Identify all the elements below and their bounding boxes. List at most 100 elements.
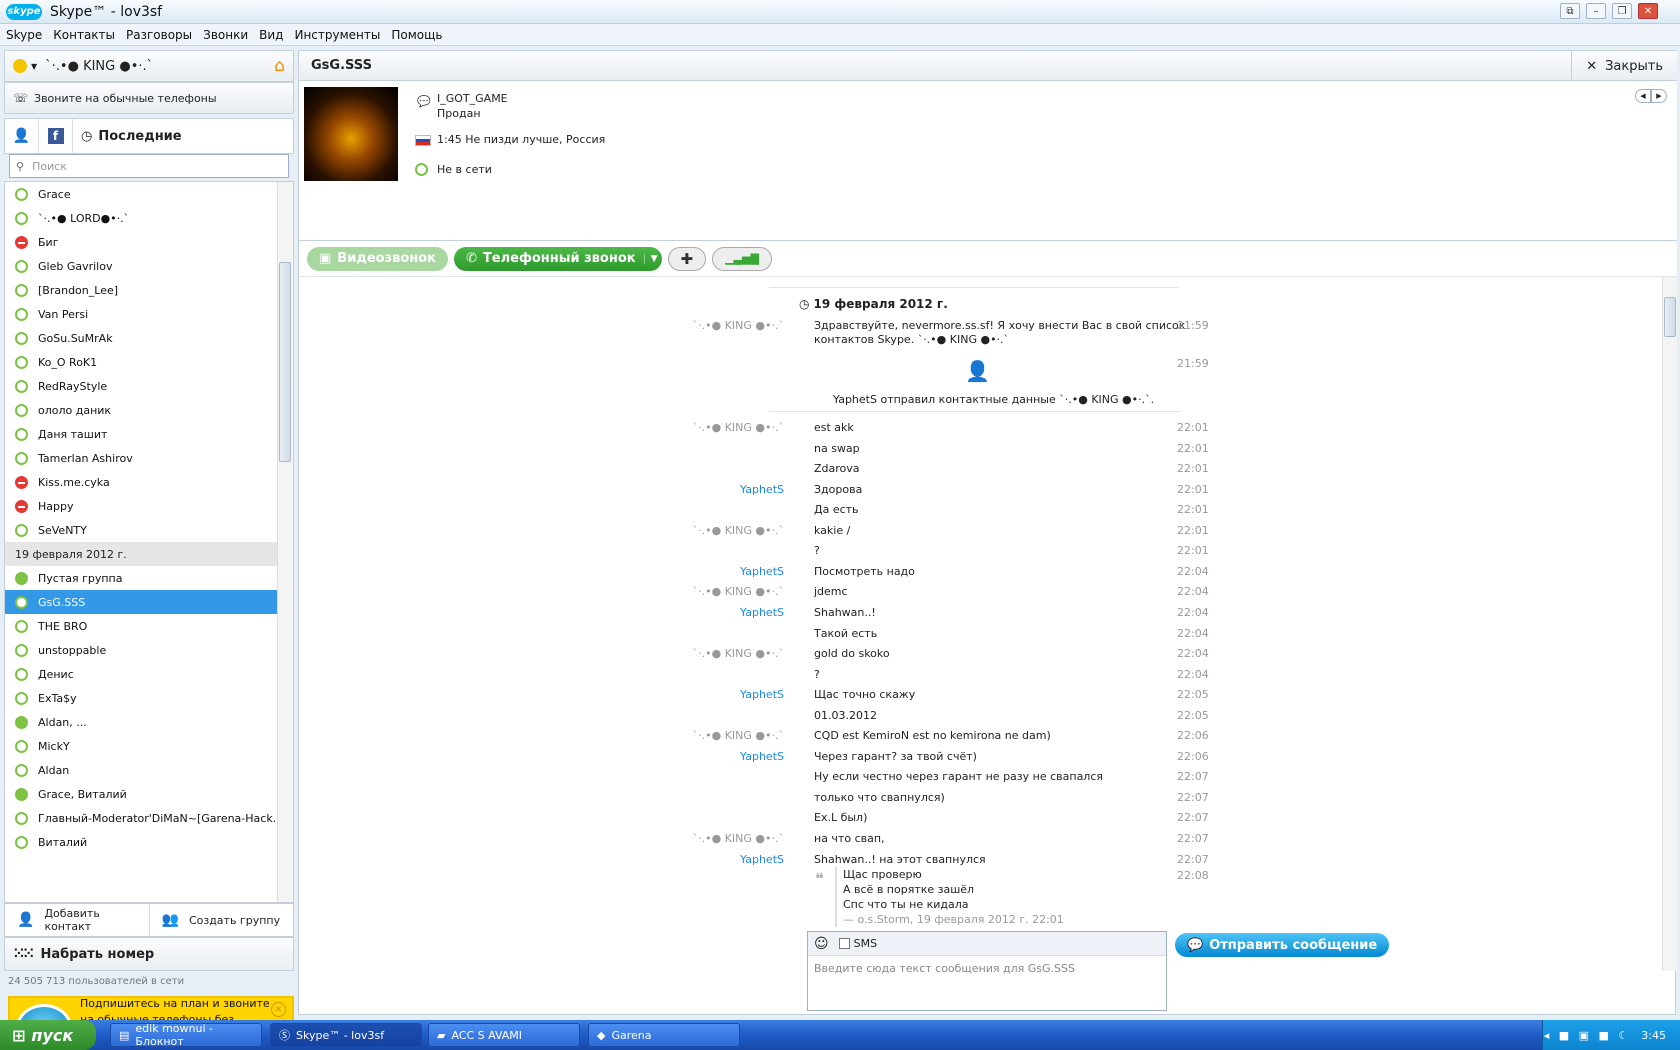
contact-item[interactable]: Aldan, ... <box>5 710 277 734</box>
minimize-button[interactable]: – <box>1586 3 1606 19</box>
message-row[interactable]: контактов Skype. `·.•● KING ●•·.` <box>299 333 1664 355</box>
menu-view[interactable]: Вид <box>259 28 283 42</box>
chevron-down-icon[interactable]: ▼ <box>31 62 37 71</box>
home-icon[interactable]: ⌂ <box>274 56 285 76</box>
message-row[interactable]: YaphetS Здорова 22:01 <box>299 483 1664 505</box>
contact-item[interactable]: ололо даник <box>5 398 277 422</box>
message-sender[interactable]: YaphetS <box>584 688 784 701</box>
contact-item[interactable]: ExTa$y <box>5 686 277 710</box>
message-scrollbar[interactable] <box>1662 277 1677 971</box>
menu-contacts[interactable]: Контакты <box>53 28 115 42</box>
contact-list-scroll-thumb[interactable] <box>279 262 291 462</box>
message-row[interactable]: `·.•● KING ●•·.` gold do skoko 22:04 <box>299 647 1664 669</box>
message-sender[interactable]: YaphetS <box>584 483 784 496</box>
contact-item[interactable]: Aldan <box>5 758 277 782</box>
contact-item[interactable]: Grace, Виталий <box>5 782 277 806</box>
message-row[interactable]: YaphetS Через гарант? за твой счёт) 22:06 <box>299 750 1664 772</box>
search-input[interactable]: ⚲ Поиск <box>9 154 289 178</box>
message-row[interactable]: YaphetS Shahwan..! 22:04 <box>299 606 1664 628</box>
maximize-button[interactable]: ❐ <box>1612 3 1632 19</box>
message-row[interactable]: Ex.L был) 22:07 <box>299 811 1664 833</box>
contact-avatar[interactable] <box>304 87 398 181</box>
taskbar-item-folder[interactable]: ▰ ACC S AVAMI <box>428 1023 580 1047</box>
message-sender[interactable]: YaphetS <box>584 606 784 619</box>
dial-number-button[interactable]: ⁙⁙ Набрать номер <box>4 937 294 971</box>
message-sender[interactable]: `·.•● KING ●•·.` <box>584 524 784 537</box>
message-sender[interactable]: `·.•● KING ●•·.` <box>584 729 784 742</box>
call-quality-button[interactable]: ▁▃▅▇ <box>712 246 772 271</box>
add-button[interactable]: ✚ <box>667 246 707 271</box>
message-sender[interactable]: YaphetS <box>584 565 784 578</box>
compact-view-button[interactable]: ⧉ <box>1560 3 1580 19</box>
contact-item[interactable]: GsG.SSS <box>5 590 277 614</box>
contact-item[interactable]: THE BRO <box>5 614 277 638</box>
next-arrow-icon[interactable]: ▶ <box>1651 89 1667 103</box>
taskbar-item-garena[interactable]: ◆ Garena <box>588 1023 740 1047</box>
message-row[interactable]: YaphetS Щас точно скажу 22:05 <box>299 688 1664 710</box>
close-window-button[interactable]: ✕ <box>1638 3 1658 19</box>
contact-item[interactable]: SeVeNTY <box>5 518 277 542</box>
create-group-button[interactable]: 👥 Создать группу <box>150 904 294 936</box>
add-contact-button[interactable]: 👤 Добавить контакт <box>5 904 150 936</box>
message-row[interactable]: Да есть 22:01 <box>299 503 1664 525</box>
phone-call-button[interactable]: ✆ Телефонный звонок ▼ <box>454 246 662 271</box>
close-promo-icon[interactable]: ✕ <box>271 1002 286 1017</box>
contact-item[interactable]: Tamerlan Ashirov <box>5 446 277 470</box>
menu-calls[interactable]: Звонки <box>203 28 248 42</box>
quoted-block[interactable]: Щас проверю А всё в порятке зашёл Спс чт… <box>835 867 1064 927</box>
contact-item[interactable]: Виталий <box>5 830 277 854</box>
contacts-tab-icon[interactable]: 👤 <box>5 119 39 153</box>
sms-checkbox[interactable] <box>838 938 850 949</box>
contact-item[interactable]: RedRayStyle <box>5 374 277 398</box>
message-input-box[interactable]: ☺ SMS Введите сюда текст сообщения для G… <box>807 931 1167 1011</box>
message-row[interactable]: `·.•● KING ●•·.` jdemc 22:04 <box>299 585 1664 607</box>
contact-item[interactable]: [Brandon_Lee] <box>5 278 277 302</box>
contact-item[interactable]: Пустая группа <box>5 566 277 590</box>
contact-item[interactable]: MickY <box>5 734 277 758</box>
message-scroll-thumb[interactable] <box>1664 297 1676 337</box>
contact-item[interactable]: Van Persi <box>5 302 277 326</box>
status-away-icon[interactable] <box>13 59 27 73</box>
contact-item[interactable]: Kiss.me.cyka <box>5 470 277 494</box>
call-phones-bar[interactable]: ☏ Звоните на обычные телефоны <box>4 82 294 114</box>
contact-item[interactable]: Главный-Moderator'DiMaN~[Garena-Hack.do.… <box>5 806 277 830</box>
start-button[interactable]: ⊞ пуск <box>0 1020 96 1050</box>
facebook-tab-icon[interactable]: f <box>39 119 73 153</box>
taskbar-item-skype[interactable]: Ⓢ Skype™ - lov3sf <box>270 1023 422 1047</box>
prev-arrow-icon[interactable]: ◀ <box>1635 89 1651 103</box>
menu-conversations[interactable]: Разговоры <box>126 28 192 42</box>
send-message-button[interactable]: 💬 Отправить сообщение <box>1175 933 1390 957</box>
message-sender[interactable]: `·.•● KING ●•·.` <box>584 832 784 845</box>
contact-item[interactable]: unstoppable <box>5 638 277 662</box>
tab-recent[interactable]: Последние <box>98 129 181 144</box>
message-row[interactable]: ? 22:04 <box>299 668 1664 690</box>
contact-item[interactable]: Ko_O RoK1 <box>5 350 277 374</box>
message-sender[interactable]: `·.•● KING ●•·.` <box>584 421 784 434</box>
message-sender[interactable]: `·.•● KING ●•·.` <box>584 647 784 660</box>
video-call-button[interactable]: ▣ Видеозвонок <box>307 246 449 271</box>
message-row[interactable]: Zdarova 22:01 <box>299 462 1664 484</box>
contact-item[interactable]: Gleb Gavrilov <box>5 254 277 278</box>
message-row[interactable]: `·.•● KING ●•·.` kakie / 22:01 <box>299 524 1664 546</box>
message-row[interactable]: YaphetS Посмотреть надо 22:04 <box>299 565 1664 587</box>
tray-icons[interactable]: ◂ ■ ▣ ■ ☾ <box>1544 1029 1632 1042</box>
contact-item[interactable]: `·.•● LORD●•·.` <box>5 206 277 230</box>
message-row[interactable]: ? 22:01 <box>299 544 1664 566</box>
contact-item[interactable]: GoSu.SuMrAk <box>5 326 277 350</box>
message-sender[interactable]: YaphetS <box>584 750 784 763</box>
contact-item[interactable]: Grace <box>5 182 277 206</box>
user-bar[interactable]: ▼ `·.•● KING ●•·.` ⌂ <box>4 50 294 82</box>
chevron-down-icon[interactable]: ▼ <box>643 253 658 264</box>
contact-item[interactable]: Даня ташит <box>5 422 277 446</box>
contact-item[interactable]: Happy <box>5 494 277 518</box>
menu-help[interactable]: Помощь <box>391 28 442 42</box>
close-chat-button[interactable]: ✕ Закрыть <box>1571 51 1677 81</box>
message-row[interactable]: na swap 22:01 <box>299 442 1664 464</box>
message-sender[interactable]: YaphetS <box>584 853 784 866</box>
taskbar-item-notepad[interactable]: ▤ edik mownui - Блокнот <box>110 1022 262 1048</box>
message-row[interactable]: 01.03.2012 22:05 <box>299 709 1664 731</box>
message-row[interactable]: `·.•● KING ●•·.` est akk 22:01 <box>299 421 1664 443</box>
contact-item[interactable]: Биг <box>5 230 277 254</box>
message-sender[interactable]: `·.•● KING ●•·.` <box>584 585 784 598</box>
contact-item[interactable]: Денис <box>5 662 277 686</box>
